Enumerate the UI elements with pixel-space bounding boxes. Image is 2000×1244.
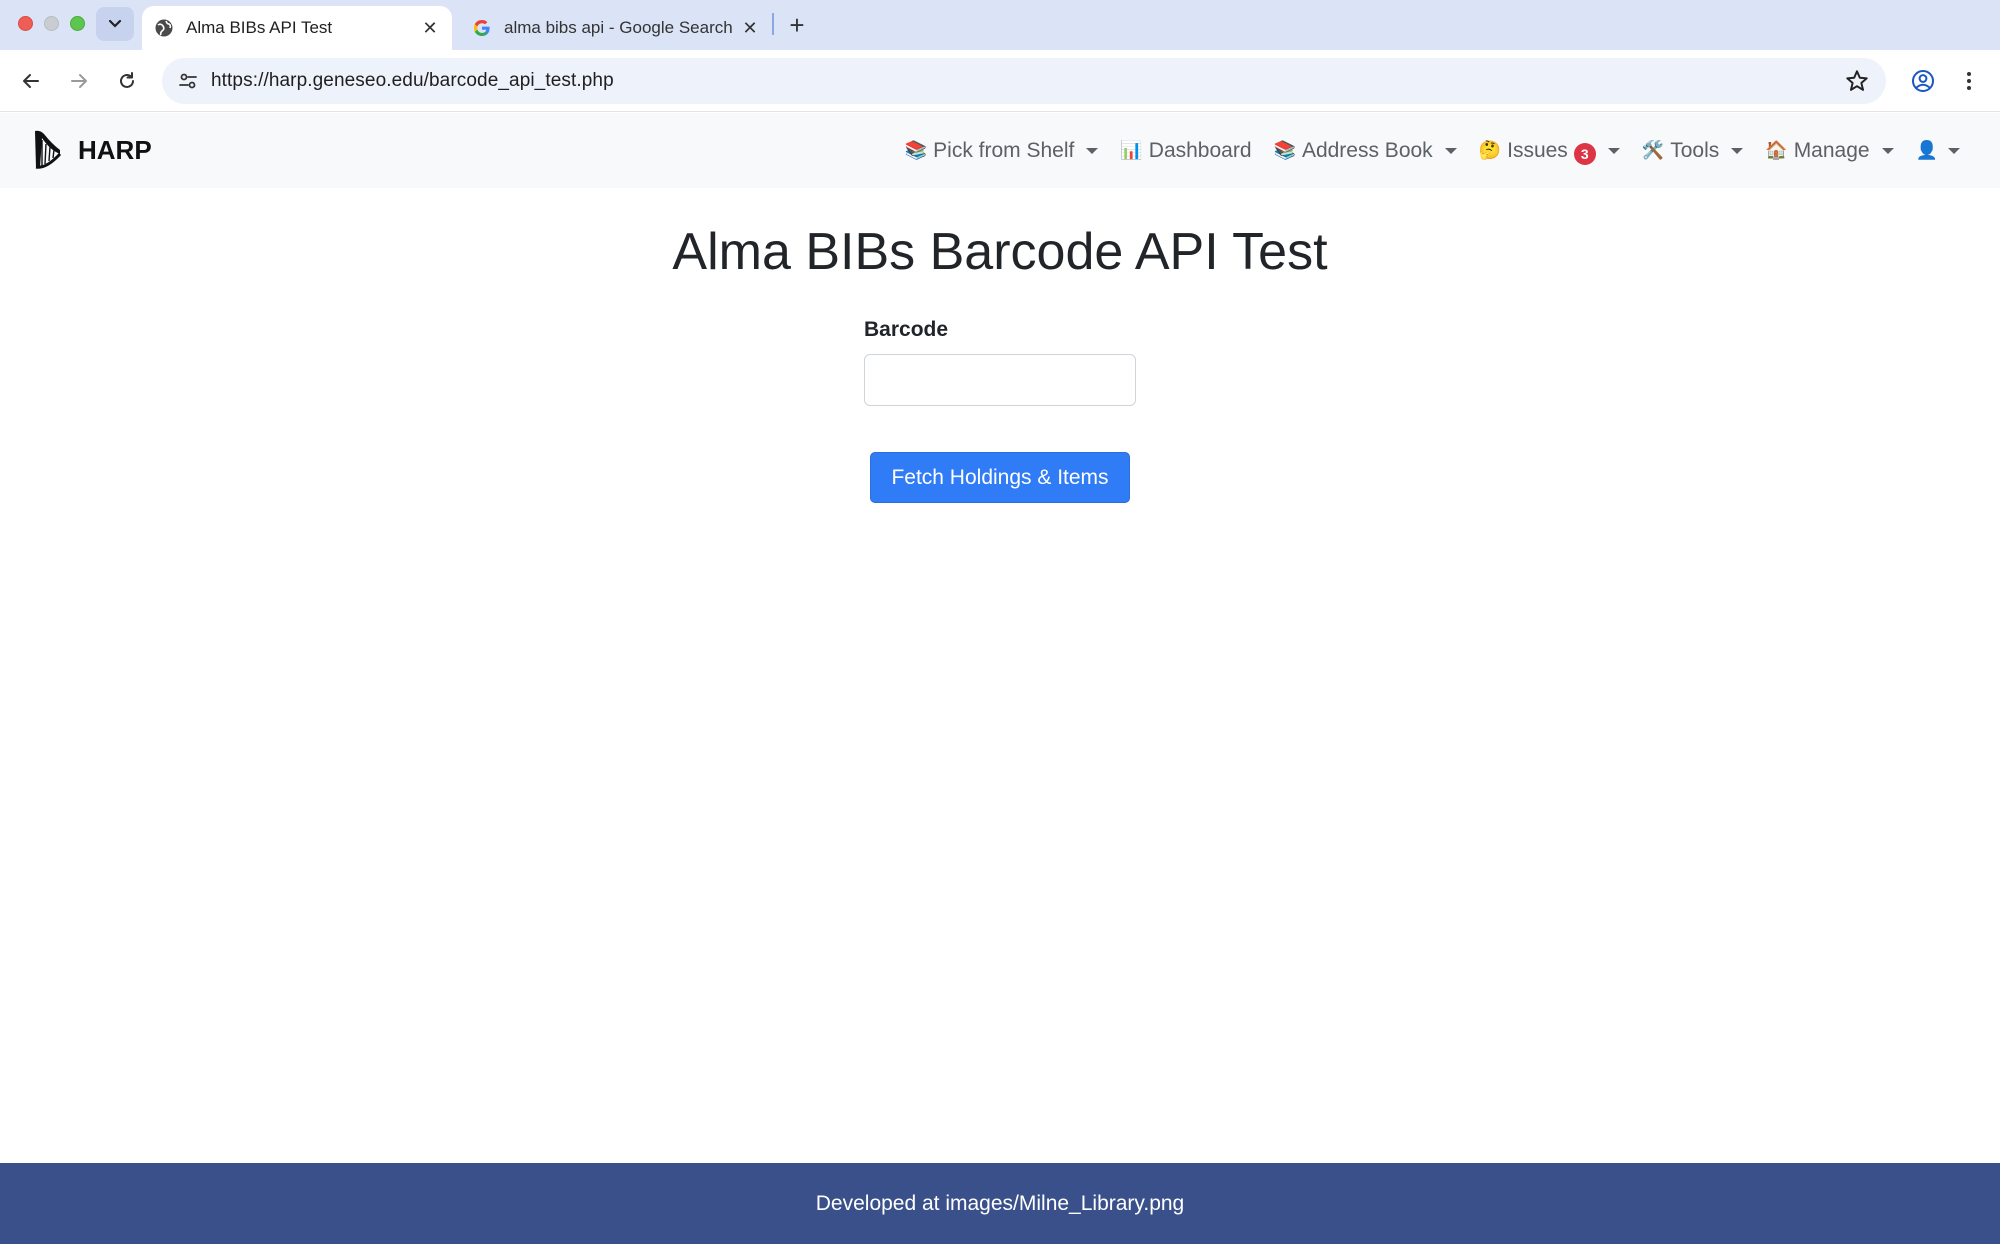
nav-label: Address Book — [1301, 138, 1433, 162]
tab-search-button[interactable] — [96, 7, 134, 41]
barcode-form: Barcode — [864, 318, 1136, 406]
nav-label: Pick from Shelf — [933, 138, 1075, 162]
browser-tab-google[interactable]: alma bibs api - Google Search ✕ — [460, 6, 772, 50]
nav-pick-from-shelf[interactable]: 📚 Pick from Shelf — [905, 139, 1099, 163]
caret-down-icon — [1881, 147, 1894, 154]
barcode-input[interactable] — [864, 354, 1136, 406]
tab-divider — [772, 13, 774, 35]
nav-label: Issues — [1507, 138, 1568, 162]
forward-button[interactable] — [62, 64, 96, 98]
site-navbar: HARP 📚 Pick from Shelf 📊 Dashboard 📚 Add… — [0, 113, 2000, 188]
url-text[interactable]: https://harp.geneseo.edu/barcode_api_tes… — [211, 70, 614, 92]
tune-icon — [179, 73, 197, 89]
caret-down-icon — [1731, 147, 1744, 154]
barcode-label: Barcode — [864, 318, 949, 341]
nav-issues[interactable]: 🤔 Issues 3 — [1479, 137, 1620, 165]
books-icon: 📚 — [1273, 140, 1296, 160]
browser-menu-button[interactable] — [1952, 64, 1986, 98]
browser-toolbar: https://harp.geneseo.edu/barcode_api_tes… — [0, 50, 2000, 112]
fetch-holdings-button[interactable]: Fetch Holdings & Items — [870, 452, 1130, 503]
brand-name: HARP — [78, 134, 152, 165]
globe-icon — [154, 18, 174, 38]
nav-user-menu[interactable]: 👤 — [1916, 140, 1960, 161]
nav-manage[interactable]: 🏠 Manage — [1765, 138, 1894, 163]
close-tab-icon[interactable]: ✕ — [416, 14, 444, 42]
account-circle-icon — [1912, 70, 1934, 92]
caret-down-icon — [1607, 147, 1620, 154]
footer-text: Developed at images/Milne_Library.png — [815, 1191, 1185, 1215]
house-icon: 🏠 — [1765, 140, 1788, 160]
caret-down-icon — [1444, 147, 1457, 154]
maximize-window-button[interactable] — [70, 16, 85, 31]
caret-down-icon — [1086, 147, 1099, 154]
nav-tools[interactable]: 🛠️ Tools — [1641, 138, 1744, 163]
caret-down-icon — [1948, 147, 1960, 154]
page-title: Alma BIBs Barcode API Test — [672, 223, 1328, 281]
user-icon: 👤 — [1915, 140, 1938, 160]
arrow-left-icon — [23, 74, 39, 88]
nav-label: Tools — [1670, 138, 1720, 162]
nav-menu: 📚 Pick from Shelf 📊 Dashboard 📚 Address … — [883, 113, 1960, 188]
nav-address-book[interactable]: 📚 Address Book — [1274, 139, 1457, 163]
issues-count-badge: 3 — [1573, 142, 1596, 165]
arrow-right-icon — [71, 74, 87, 88]
chevron-down-icon — [108, 19, 122, 28]
site-info-button[interactable] — [170, 63, 206, 99]
thinking-face-icon: 🤔 — [1478, 140, 1502, 160]
site-footer: Developed at images/Milne_Library.png — [0, 1163, 2000, 1244]
harp-logo-icon — [35, 130, 62, 169]
nav-label: Manage — [1793, 138, 1870, 162]
bar-chart-icon: 📊 — [1120, 140, 1143, 160]
reload-icon — [120, 72, 134, 88]
more-vertical-icon — [1967, 72, 1971, 90]
reload-button[interactable] — [110, 64, 144, 98]
browser-tab-active[interactable]: Alma BIBs API Test ✕ — [142, 6, 452, 50]
nav-dashboard[interactable]: 📊 Dashboard — [1120, 139, 1251, 163]
nav-label: Dashboard — [1148, 138, 1252, 162]
minimize-window-button[interactable] — [44, 16, 59, 31]
close-tab-icon[interactable]: ✕ — [736, 14, 764, 42]
google-icon — [472, 18, 492, 38]
bookmark-star-icon[interactable] — [1844, 68, 1870, 94]
brand-link[interactable]: HARP — [30, 126, 152, 174]
address-bar[interactable]: https://harp.geneseo.edu/barcode_api_tes… — [162, 58, 1886, 104]
back-button[interactable] — [14, 64, 48, 98]
new-tab-button[interactable]: + — [780, 8, 814, 42]
browser-tab-strip: Alma BIBs API Test ✕ alma bibs api - Goo… — [0, 0, 2000, 50]
profile-button[interactable] — [1906, 64, 1940, 98]
books-icon: 📚 — [904, 140, 928, 160]
tab-title: alma bibs api - Google Search — [504, 18, 733, 37]
tab-title: Alma BIBs API Test — [186, 18, 333, 37]
tools-icon: 🛠️ — [1641, 140, 1665, 160]
close-window-button[interactable] — [18, 16, 33, 31]
